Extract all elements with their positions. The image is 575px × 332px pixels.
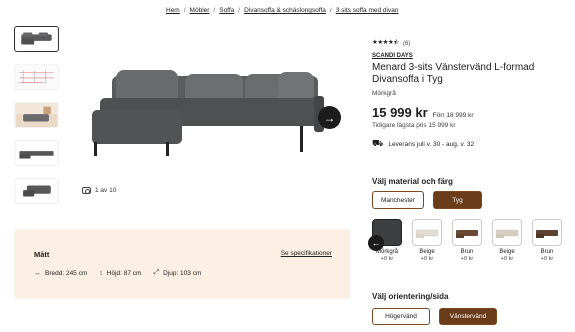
swatch-brun[interactable]: Brun +0 kr bbox=[452, 219, 482, 262]
breadcrumb-sofa[interactable]: Soffa bbox=[219, 7, 234, 14]
dimensions-title: Mått bbox=[34, 250, 50, 259]
product-title: Menard 3-sits Vänstervänd L-formad Divan… bbox=[372, 62, 535, 85]
breadcrumb-separator: / bbox=[238, 7, 241, 14]
dimension-width: ↔ Bredd: 245 cm bbox=[34, 269, 87, 277]
swatch-price: +0 kr bbox=[420, 256, 434, 262]
swatch-image bbox=[452, 219, 482, 246]
orientation-option-left[interactable]: Vänstervänd bbox=[439, 308, 497, 325]
delivery-info: ⛟ Leverans juli v. 30 - aug. v. 32 bbox=[372, 138, 572, 150]
delivery-label: Leverans juli v. 30 - aug. v. 32 bbox=[388, 140, 475, 148]
truck-icon: ⛟ bbox=[372, 138, 384, 148]
swatch-prev-button[interactable]: ← bbox=[368, 235, 384, 251]
dimension-depth: ⤢ Djup: 103 cm bbox=[153, 269, 201, 277]
image-counter: 1 av 10 bbox=[82, 187, 116, 194]
breadcrumb-separator: / bbox=[213, 7, 216, 14]
thumbnail-list bbox=[14, 26, 60, 204]
previous-price: Förr 18 999 kr bbox=[432, 112, 474, 119]
breadcrumb-furniture[interactable]: Möbler bbox=[190, 7, 210, 14]
lowest-price: Tidigare lägsta pris 15 999 kr bbox=[372, 122, 456, 129]
arrow-left-icon: ← bbox=[371, 238, 381, 248]
image-counter-label: 1 av 10 bbox=[95, 187, 117, 194]
dimension-height-label: Höjd: 87 cm bbox=[106, 269, 142, 277]
swatch-beige[interactable]: Beige +0 kr bbox=[412, 219, 442, 262]
rating-count: (6) bbox=[402, 40, 411, 47]
material-section-title: Välj material och färg bbox=[372, 177, 453, 186]
breadcrumb-separator: / bbox=[329, 7, 332, 14]
swatch-name: Brun bbox=[460, 249, 474, 255]
color-swatches: Mörkgrå +0 kr Beige +0 kr Brun +0 kr Bei… bbox=[368, 219, 562, 262]
dimension-height: ↕ Höjd: 87 cm bbox=[99, 269, 141, 277]
rating[interactable]: ★★★★⯪ (6) bbox=[372, 38, 572, 49]
dimension-depth-label: Djup: 103 cm bbox=[163, 269, 202, 277]
width-icon: ↔ bbox=[34, 269, 41, 277]
height-icon: ↕ bbox=[99, 269, 103, 277]
swatch-price: +0 kr bbox=[460, 256, 474, 262]
material-options: Manchester Tyg bbox=[372, 191, 482, 209]
swatch-name: Brun bbox=[540, 249, 554, 255]
brand-link[interactable]: SCANDI DAYS bbox=[372, 53, 572, 59]
next-image-button[interactable]: → bbox=[318, 106, 341, 129]
dimension-width-label: Bredd: 245 cm bbox=[45, 269, 88, 277]
arrow-right-icon: → bbox=[323, 110, 336, 125]
breadcrumb: Hem / Möbler / Soffa / Divansoffa & schä… bbox=[166, 7, 398, 14]
dimensions-panel: Mått Se specifikationer ↔ Bredd: 245 cm … bbox=[14, 229, 350, 299]
thumbnail-4[interactable] bbox=[14, 140, 59, 166]
swatch-beige-2[interactable]: Beige +0 kr bbox=[492, 219, 522, 262]
breadcrumb-separator: / bbox=[183, 7, 186, 14]
breadcrumb-current[interactable]: 3 sits soffa med divan bbox=[336, 7, 399, 14]
thumbnail-3[interactable] bbox=[14, 102, 59, 128]
product-variant: Mörkgrå bbox=[372, 90, 396, 97]
swatch-image bbox=[412, 219, 442, 246]
star-rating-icon: ★★★★⯪ bbox=[372, 39, 399, 46]
product-info: ★★★★⯪ (6) SCANDI DAYS Menard 3-sits Väns… bbox=[372, 38, 572, 150]
swatch-price: +0 kr bbox=[380, 256, 394, 262]
product-image bbox=[82, 48, 352, 168]
material-option-tyg[interactable]: Tyg bbox=[432, 191, 482, 209]
swatch-brun-2[interactable]: Brun +0 kr bbox=[532, 219, 562, 262]
orientation-section-title: Välj orientering/sida bbox=[372, 292, 449, 301]
swatch-name: Beige bbox=[419, 249, 435, 255]
swatch-name: Beige bbox=[499, 249, 515, 255]
orientation-options: Högervänd Vänstervänd bbox=[372, 308, 497, 325]
dimensions-list: ↔ Bredd: 245 cm ↕ Höjd: 87 cm ⤢ Djup: 10… bbox=[34, 269, 201, 277]
breadcrumb-divan-sofa[interactable]: Divansoffa & schäslongsoffa bbox=[244, 7, 326, 14]
depth-icon: ⤢ bbox=[153, 269, 160, 276]
price-row: 15 999 kr Förr 18 999 kr bbox=[372, 105, 572, 120]
swatch-price: +0 kr bbox=[500, 256, 514, 262]
orientation-option-right[interactable]: Högervänd bbox=[372, 308, 430, 325]
swatch-price: +0 kr bbox=[540, 256, 554, 262]
swatch-image bbox=[532, 219, 562, 246]
thumbnail-1[interactable] bbox=[14, 26, 59, 52]
breadcrumb-home[interactable]: Hem bbox=[166, 7, 180, 14]
specifications-link[interactable]: Se specifikationer bbox=[281, 250, 332, 257]
swatch-image bbox=[492, 219, 522, 246]
camera-icon bbox=[82, 187, 91, 194]
material-option-manchester[interactable]: Manchester bbox=[372, 191, 424, 209]
thumbnail-2[interactable] bbox=[14, 64, 59, 90]
thumbnail-5[interactable] bbox=[14, 178, 59, 204]
price: 15 999 kr bbox=[372, 105, 428, 120]
